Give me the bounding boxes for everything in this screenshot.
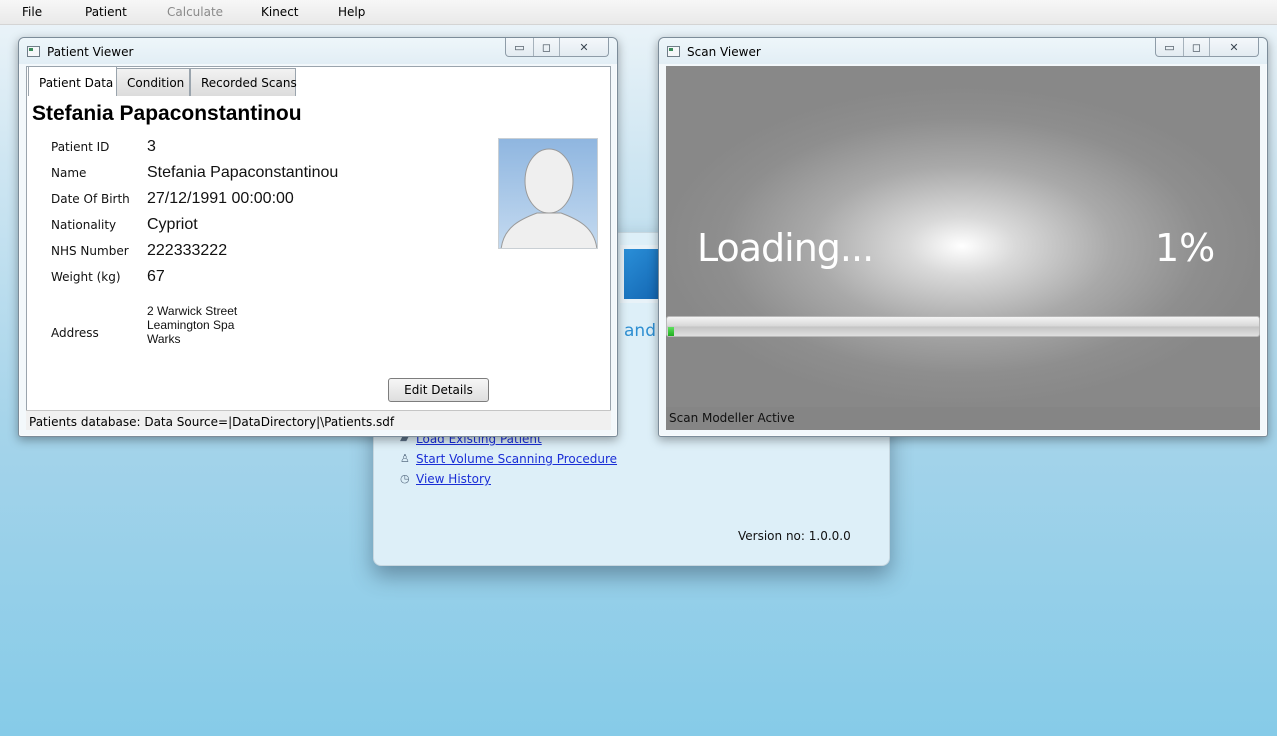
menu-kinect[interactable]: Kinect bbox=[261, 5, 299, 19]
nationality-value: Cypriot bbox=[147, 216, 198, 233]
window-app-icon bbox=[667, 46, 680, 57]
minimize-button[interactable]: ▭ bbox=[1156, 38, 1184, 56]
weight-label: Weight (kg) bbox=[51, 270, 121, 284]
logo-mark bbox=[620, 245, 662, 303]
address-label: Address bbox=[51, 326, 99, 340]
avatar-placeholder-icon bbox=[500, 148, 597, 248]
tab-patient-data[interactable]: Patient Data bbox=[28, 66, 117, 96]
edit-details-button[interactable]: Edit Details bbox=[388, 378, 489, 402]
weight-value: 67 bbox=[147, 268, 165, 285]
person-icon: ♙ bbox=[400, 452, 410, 465]
database-status-bar: Patients database: Data Source=|DataDire… bbox=[26, 410, 611, 430]
patient-viewer-window: Patient Viewer ▭ ◻ ✕ Patient Data Condit… bbox=[18, 37, 618, 437]
menu-calculate[interactable]: Calculate bbox=[167, 5, 223, 19]
caption-buttons: ▭ ◻ ✕ bbox=[1155, 38, 1259, 57]
menu-help[interactable]: Help bbox=[338, 5, 365, 19]
nationality-label: Nationality bbox=[51, 218, 117, 232]
menu-patient[interactable]: Patient bbox=[85, 5, 127, 19]
maximize-button[interactable]: ◻ bbox=[534, 38, 560, 56]
caption-buttons: ▭ ◻ ✕ bbox=[505, 38, 609, 57]
name-label: Name bbox=[51, 166, 87, 180]
address-line: Warks bbox=[147, 332, 181, 346]
loading-percent: 1% bbox=[1155, 226, 1216, 270]
view-history-link[interactable]: View History bbox=[416, 472, 491, 486]
window-title: Scan Viewer bbox=[687, 45, 761, 59]
window-app-icon bbox=[27, 46, 40, 57]
minimize-button[interactable]: ▭ bbox=[506, 38, 534, 56]
history-icon: ◷ bbox=[400, 472, 410, 485]
tab-recorded-scans[interactable]: Recorded Scans bbox=[190, 68, 297, 96]
close-button[interactable]: ✕ bbox=[560, 38, 608, 56]
tab-condition[interactable]: Condition bbox=[116, 68, 190, 96]
nhs-number-value: 222333222 bbox=[147, 242, 228, 259]
scan-render-area: Loading... 1% Scan Modeller Active bbox=[666, 66, 1260, 430]
patient-photo bbox=[498, 138, 598, 249]
logo-text: and bbox=[624, 321, 656, 341]
close-button[interactable]: ✕ bbox=[1210, 38, 1258, 56]
scan-status-bar: Scan Modeller Active bbox=[666, 407, 1260, 430]
loading-label: Loading... bbox=[697, 226, 874, 270]
scan-viewer-window: Scan Viewer ▭ ◻ ✕ Loading... 1% Scan Mod… bbox=[658, 37, 1268, 437]
dob-label: Date Of Birth bbox=[51, 192, 130, 206]
menu-bar: File Patient Calculate Kinect Help bbox=[0, 0, 1277, 25]
address-line: 2 Warwick Street bbox=[147, 304, 238, 318]
patient-name-heading: Stefania Papaconstantinou bbox=[32, 102, 302, 125]
progress-fill bbox=[668, 327, 674, 336]
loading-progress-bar bbox=[666, 316, 1260, 337]
patient-viewer-titlebar[interactable]: Patient Viewer ▭ ◻ ✕ bbox=[19, 38, 617, 64]
patient-id-value: 3 bbox=[147, 138, 156, 155]
nhs-number-label: NHS Number bbox=[51, 244, 129, 258]
scan-viewer-titlebar[interactable]: Scan Viewer ▭ ◻ ✕ bbox=[659, 38, 1267, 64]
app-logo bbox=[620, 245, 662, 303]
menu-file[interactable]: File bbox=[22, 5, 42, 19]
name-value: Stefania Papaconstantinou bbox=[147, 164, 339, 181]
window-title: Patient Viewer bbox=[47, 45, 134, 59]
address-value: 2 Warwick Street Leamington Spa Warks bbox=[147, 304, 237, 346]
version-label: Version no: 1.0.0.0 bbox=[738, 529, 851, 543]
maximize-button[interactable]: ◻ bbox=[1184, 38, 1210, 56]
address-line: Leamington Spa bbox=[147, 318, 235, 332]
patient-id-label: Patient ID bbox=[51, 140, 110, 154]
dob-value: 27/12/1991 00:00:00 bbox=[147, 190, 294, 207]
start-scan-link[interactable]: Start Volume Scanning Procedure bbox=[416, 452, 617, 466]
